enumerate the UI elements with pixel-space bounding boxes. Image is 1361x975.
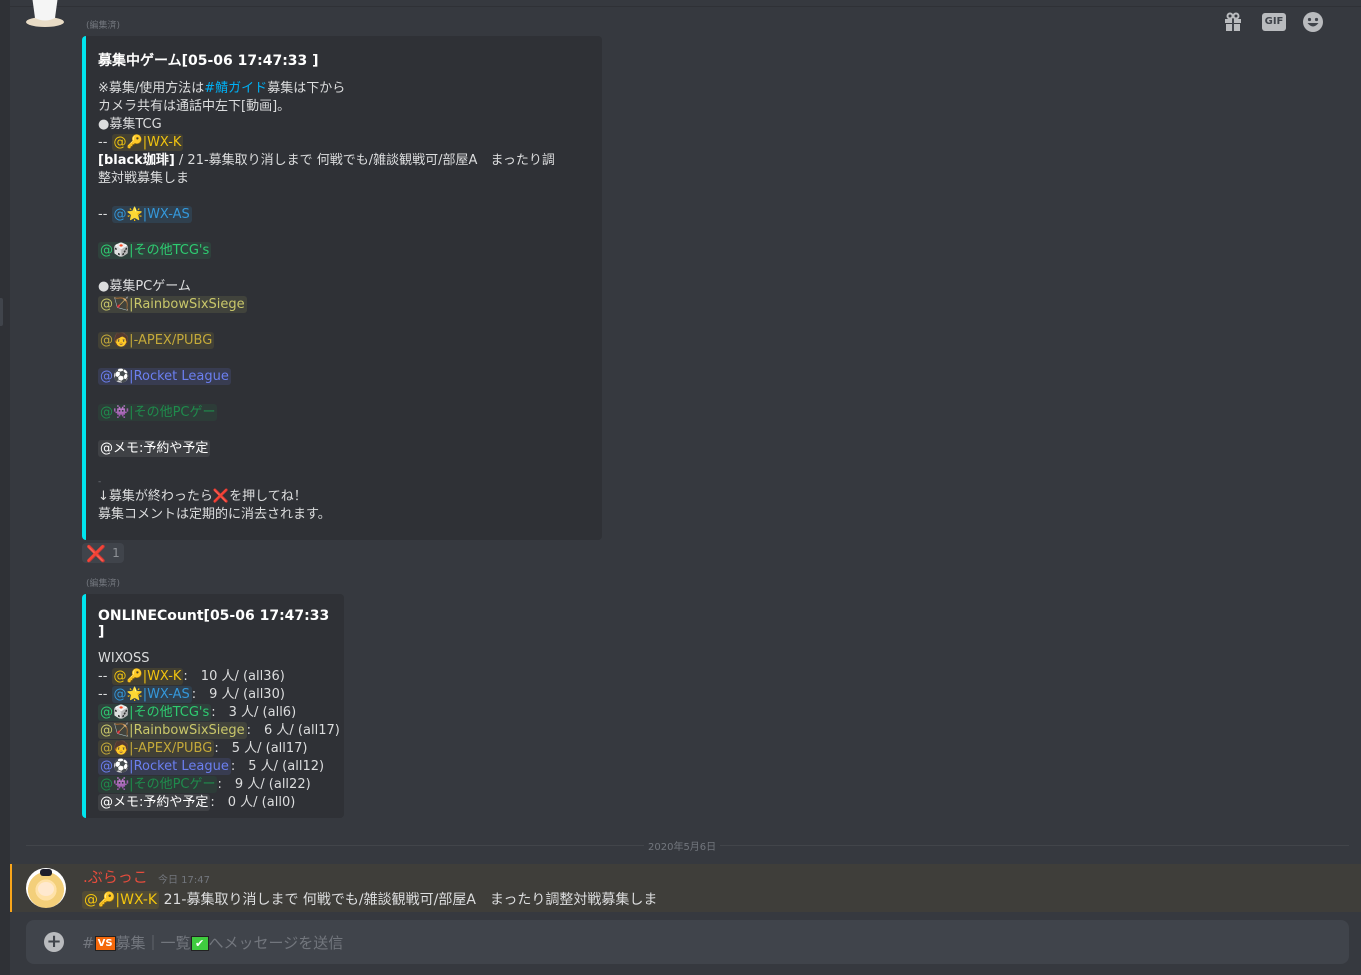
role-mention-wxas[interactable]: @🌟|WX-AS (111, 686, 192, 703)
message-author[interactable]: .ぶらっこ (83, 866, 148, 887)
count-row: @🧑|-APEX/PUBG: 5 人/ (all17) (98, 740, 308, 757)
message-input[interactable]: # VS 募集｜一覧 ✔ へメッセージを送信 (82, 932, 343, 953)
section-pc: ●募集PCゲーム (98, 279, 191, 294)
role-mention-other-tcg[interactable]: @🎲|その他TCG's (98, 242, 212, 259)
date-divider-label: 2020年5月6日 (644, 838, 721, 853)
vs-icon: VS (94, 936, 116, 951)
post-line-1: [black珈琲] / 21-募集取り消しまで 何戦でも/雑談観戦可/部屋A ま… (98, 153, 555, 168)
role-mention-wxas[interactable]: @🌟|WX-AS (111, 206, 192, 223)
count-row: @🎲|その他TCG's: 3 人/ (all6) (98, 704, 297, 721)
role-mention-rocket-league[interactable]: @⚽|Rocket League (98, 758, 231, 775)
role-mention-r6[interactable]: @🏹|RainbowSixSiege (98, 722, 247, 739)
gif-icon[interactable]: GIF (1262, 13, 1286, 31)
edited-label-2: (編集済) (86, 579, 121, 589)
gift-icon[interactable] (1222, 11, 1244, 33)
wxk-line: -- @🔑|WX-K (98, 134, 184, 151)
role-mention-r6[interactable]: @🏹|RainbowSixSiege (98, 296, 247, 313)
role-mention-memo[interactable]: @メモ:予約や予定 (98, 440, 211, 457)
user-avatar[interactable] (26, 868, 66, 908)
plus-circle-icon[interactable]: + (44, 932, 64, 952)
embed-title: 募集中ゲーム[05-06 17:47:33 ] (98, 53, 319, 69)
recruit-embed: 募集中ゲーム[05-06 17:47:33 ] ※募集/使用方法は#鯖ガイド募集… (82, 36, 602, 540)
top-divider (10, 6, 1361, 7)
online-count-embed: ONLINECount[05-06 17:47:33 ] WIXOSS -- @… (82, 594, 344, 818)
count-row: -- @🌟|WX-AS: 9 人/ (all30) (98, 686, 285, 703)
check-icon: ✔ (190, 936, 209, 951)
wxas-line: -- @🌟|WX-AS (98, 206, 192, 223)
role-mention-apex[interactable]: @🧑|-APEX/PUBG (98, 332, 215, 349)
role-mention-rocket-league[interactable]: @⚽|Rocket League (98, 368, 231, 385)
intro-line: ※募集/使用方法は#鯖ガイド募集は下から (98, 81, 346, 96)
small-dash: - (98, 477, 102, 487)
count-row: -- @🔑|WX-K: 10 人/ (all36) (98, 668, 285, 685)
footer-line-1: ↓募集が終わったら❌を押してね！ (98, 489, 307, 504)
role-mention-other-pc[interactable]: @👾|その他PCゲー (98, 776, 218, 793)
footer-line-2: 募集コメントは定期的に消去されます。 (98, 507, 331, 522)
message-content: @🔑|WX-K 21-募集取り消しまで 何戦でも/雑談観戦可/部屋A まったり調… (82, 891, 658, 909)
game-name: WIXOSS (98, 651, 150, 666)
post-line-2: 整対戦募集しま (98, 171, 190, 186)
smile-emoji-icon[interactable] (1302, 11, 1324, 33)
count-row: @🏹|RainbowSixSiege: 6 人/ (all17) (98, 722, 340, 739)
scroll-handle[interactable] (0, 298, 3, 326)
message-composer[interactable]: + # VS 募集｜一覧 ✔ へメッセージを送信 (26, 920, 1349, 964)
role-mention-memo[interactable]: @メモ:予約や予定 (98, 794, 211, 811)
count-row: @メモ:予約や予定: 0 人/ (all0) (98, 794, 296, 811)
coffee-cup-avatar[interactable] (24, 0, 66, 30)
message-timestamp: 今日 17:47 (158, 875, 210, 886)
post-author: [black珈琲] (98, 153, 175, 168)
reaction-x[interactable]: ❌ 1 (82, 543, 124, 563)
edited-label: (編集済) (86, 21, 121, 31)
x-emoji-icon: ❌ (86, 543, 107, 563)
section-tcg: ●募集TCG (98, 117, 162, 132)
role-mention-other-tcg[interactable]: @🎲|その他TCG's (98, 704, 212, 721)
count-row: @⚽|Rocket League: 5 人/ (all12) (98, 758, 325, 775)
reaction-count: 1 (112, 546, 120, 560)
role-mention-other-pc[interactable]: @👾|その他PCゲー (98, 404, 218, 421)
role-mention-wxk[interactable]: @🔑|WX-K (111, 134, 184, 151)
channel-link[interactable]: #鯖ガイド (204, 81, 267, 96)
role-mention-apex[interactable]: @🧑|-APEX/PUBG (98, 740, 215, 757)
role-mention-wxk[interactable]: @🔑|WX-K (82, 891, 160, 909)
count-row: @👾|その他PCゲー: 9 人/ (all22) (98, 776, 311, 793)
sidebar-strip (0, 0, 10, 975)
role-mention-wxk[interactable]: @🔑|WX-K (111, 668, 184, 685)
count-embed-title: ONLINECount[05-06 17:47:33 ] (98, 608, 330, 640)
camera-line: カメラ共有は通話中左下[動画]。 (98, 99, 291, 114)
